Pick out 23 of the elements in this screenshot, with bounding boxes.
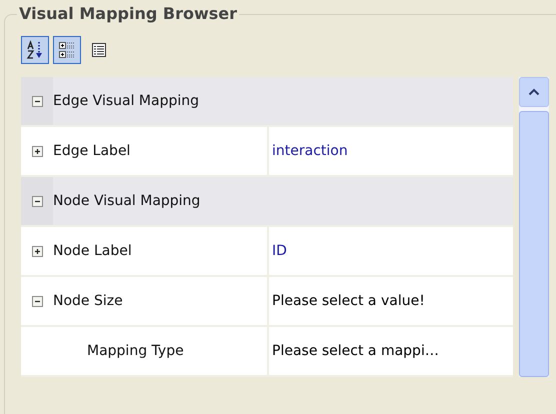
category-label: Edge Visual Mapping bbox=[53, 93, 200, 109]
list-icon bbox=[91, 42, 107, 58]
property-label: Node Size bbox=[53, 293, 123, 309]
sort-button[interactable] bbox=[21, 36, 49, 64]
property-value[interactable]: ID bbox=[272, 243, 287, 259]
expand-icon[interactable] bbox=[32, 146, 42, 156]
categories-icon bbox=[57, 40, 77, 60]
panel-title: Visual Mapping Browser bbox=[17, 4, 239, 23]
property-value[interactable]: Please select a mappi… bbox=[272, 343, 439, 359]
property-value[interactable]: Please select a value! bbox=[272, 293, 425, 309]
scroll-up-button[interactable] bbox=[519, 77, 549, 107]
sort-icon bbox=[25, 40, 45, 60]
property-label: Edge Label bbox=[53, 143, 130, 159]
expand-icon[interactable] bbox=[32, 246, 42, 256]
property-value[interactable]: interaction bbox=[272, 143, 348, 159]
category-label: Node Visual Mapping bbox=[53, 193, 202, 209]
collapse-icon[interactable] bbox=[32, 196, 42, 206]
collapse-icon[interactable] bbox=[32, 96, 42, 106]
categories-button[interactable] bbox=[53, 36, 81, 64]
property-label: Node Label bbox=[53, 243, 132, 259]
collapse-icon[interactable] bbox=[32, 296, 42, 306]
chevron-up-icon bbox=[528, 88, 540, 96]
property-label: Mapping Type bbox=[86, 343, 184, 359]
